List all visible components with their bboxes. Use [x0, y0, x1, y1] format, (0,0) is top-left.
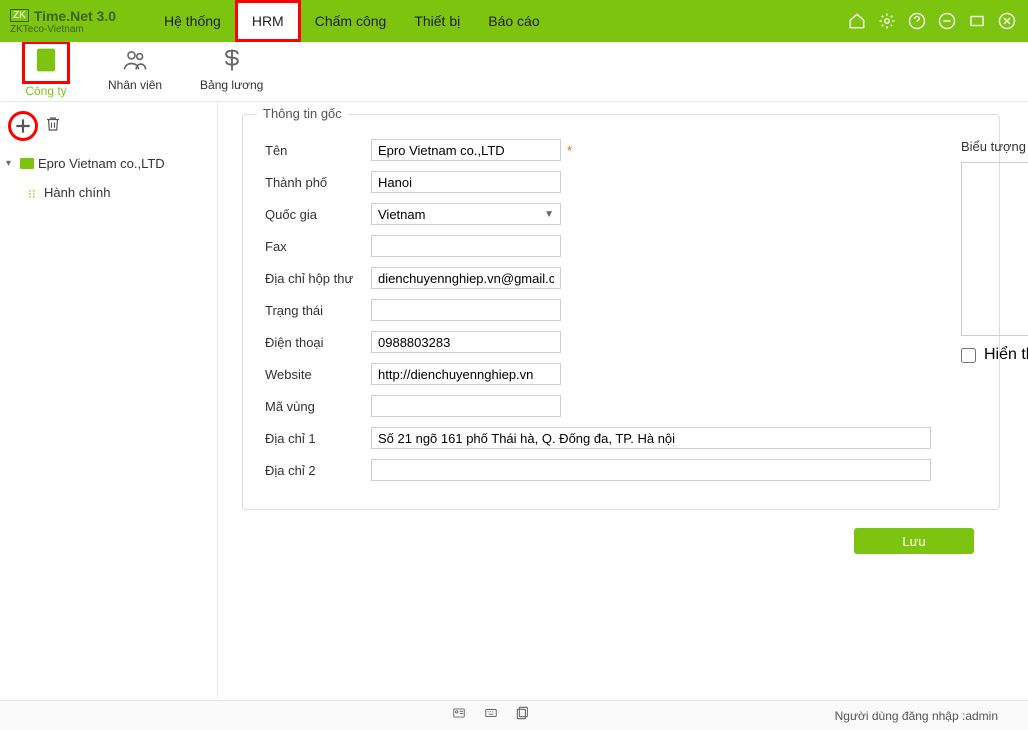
org-node-icon: ⁝⁝: [28, 187, 40, 199]
ribbon-cong-ty[interactable]: Công ty: [18, 41, 74, 101]
ribbon-bang-luong[interactable]: Bảng lương: [196, 41, 267, 101]
plus-icon: [13, 116, 33, 136]
checkbox-hien-thi-bao-cao[interactable]: [961, 348, 976, 363]
tree-root-label: Epro Vietnam co.,LTD: [38, 156, 165, 171]
label-trang-thai: Trạng thái: [265, 303, 371, 318]
sub-ribbon: Công ty Nhân viên Bảng lương: [0, 42, 1028, 102]
form-group: Thông tin gốc Tên * Thành phố Quốc gia: [242, 114, 1000, 510]
ribbon-label: Công ty: [25, 84, 66, 98]
help-icon[interactable]: [906, 10, 928, 32]
menu-bao-cao[interactable]: Báo cáo: [474, 0, 553, 42]
label-thanh-pho: Thành phố: [265, 175, 371, 190]
highlight-company: [22, 41, 70, 84]
input-dien-thoai[interactable]: [371, 331, 561, 353]
brand-subtitle: ZKTeco-Vietnam: [10, 24, 126, 35]
delete-button[interactable]: [44, 115, 62, 138]
label-bieu-tuong: Biểu tượng (270*145): [961, 139, 1028, 154]
menu-cham-cong[interactable]: Chấm công: [301, 0, 401, 42]
input-email[interactable]: [371, 267, 561, 289]
menu-thiet-bi[interactable]: Thiết bị: [400, 0, 474, 42]
trash-icon: [44, 115, 62, 133]
login-user: admin: [965, 709, 998, 723]
label-email: Địa chỉ hộp thư: [265, 271, 371, 286]
label-hien-thi-bao-cao: Hiển thị báo cáo: [984, 346, 1028, 364]
label-website: Website: [265, 367, 371, 382]
menu-he-thong[interactable]: Hệ thống: [150, 0, 235, 42]
input-fax[interactable]: [371, 235, 561, 257]
company-tree: ▾ Epro Vietnam co.,LTD ⁝⁝ Hành chính: [6, 146, 211, 202]
label-dia-chi-2: Địa chỉ 2: [265, 463, 371, 478]
close-icon[interactable]: [996, 10, 1018, 32]
input-thanh-pho[interactable]: [371, 171, 561, 193]
label-dien-thoai: Điện thoại: [265, 335, 371, 350]
ribbon-label: Bảng lương: [200, 78, 263, 92]
main-menu: Hệ thống HRM Chấm công Thiết bị Báo cáo: [150, 0, 554, 42]
footer-keyboard-icon[interactable]: [482, 706, 500, 725]
dollar-icon: [217, 46, 247, 74]
login-label: Người dùng đăng nhập :: [835, 709, 966, 723]
input-ten[interactable]: [371, 139, 561, 161]
minimize-icon[interactable]: [936, 10, 958, 32]
collapse-icon[interactable]: ▾: [6, 158, 16, 169]
login-status: Người dùng đăng nhập :admin: [835, 709, 998, 723]
chevron-down-icon: ▼: [544, 209, 554, 220]
building-icon: [31, 46, 61, 74]
image-placeholder: Không có dữ liệu ảnh: [961, 162, 1028, 336]
brand-title: Time.Net 3.0: [34, 8, 116, 24]
top-menu-bar: ZK Time.Net 3.0 ZKTeco-Vietnam Hệ thống …: [0, 0, 1028, 42]
required-mark: *: [567, 143, 572, 158]
input-trang-thai[interactable]: [371, 299, 561, 321]
company-icon: [20, 158, 34, 169]
gear-icon[interactable]: [876, 10, 898, 32]
tree-child-row[interactable]: ⁝⁝ Hành chính: [6, 183, 211, 202]
ribbon-nhan-vien[interactable]: Nhân viên: [104, 41, 166, 101]
tree-toolbar: [6, 108, 211, 146]
tree-child-label: Hành chính: [44, 185, 111, 200]
tree-root-row[interactable]: ▾ Epro Vietnam co.,LTD: [6, 154, 211, 173]
footer-bar: Người dùng đăng nhập :admin: [0, 700, 1028, 730]
label-ten: Tên: [265, 143, 371, 158]
maximize-icon[interactable]: [966, 10, 988, 32]
save-button[interactable]: Lưu: [854, 528, 974, 554]
highlight-hrm: HRM: [235, 0, 301, 42]
menu-hrm[interactable]: HRM: [238, 3, 298, 39]
label-dia-chi-1: Địa chỉ 1: [265, 431, 371, 446]
add-button[interactable]: [8, 111, 38, 141]
input-ma-vung[interactable]: [371, 395, 561, 417]
label-ma-vung: Mã vùng: [265, 399, 371, 414]
label-quoc-gia: Quốc gia: [265, 207, 371, 222]
footer-card-icon[interactable]: [450, 706, 468, 725]
tree-panel: ▾ Epro Vietnam co.,LTD ⁝⁝ Hành chính: [0, 102, 218, 698]
label-fax: Fax: [265, 239, 371, 254]
select-quoc-gia[interactable]: Vietnam ▼: [371, 203, 561, 225]
footer-copy-icon[interactable]: [514, 706, 530, 725]
main-panel: Thông tin gốc Tên * Thành phố Quốc gia: [218, 102, 1028, 698]
brand-badge: ZK: [10, 9, 29, 22]
input-dia-chi-2[interactable]: [371, 459, 931, 481]
home-icon[interactable]: [846, 10, 868, 32]
group-title: Thông tin gốc: [257, 106, 348, 121]
input-website[interactable]: [371, 363, 561, 385]
input-dia-chi-1[interactable]: [371, 427, 931, 449]
brand-block: ZK Time.Net 3.0 ZKTeco-Vietnam: [10, 8, 150, 35]
select-value: Vietnam: [378, 207, 425, 222]
people-icon: [120, 46, 150, 74]
ribbon-label: Nhân viên: [108, 78, 162, 92]
